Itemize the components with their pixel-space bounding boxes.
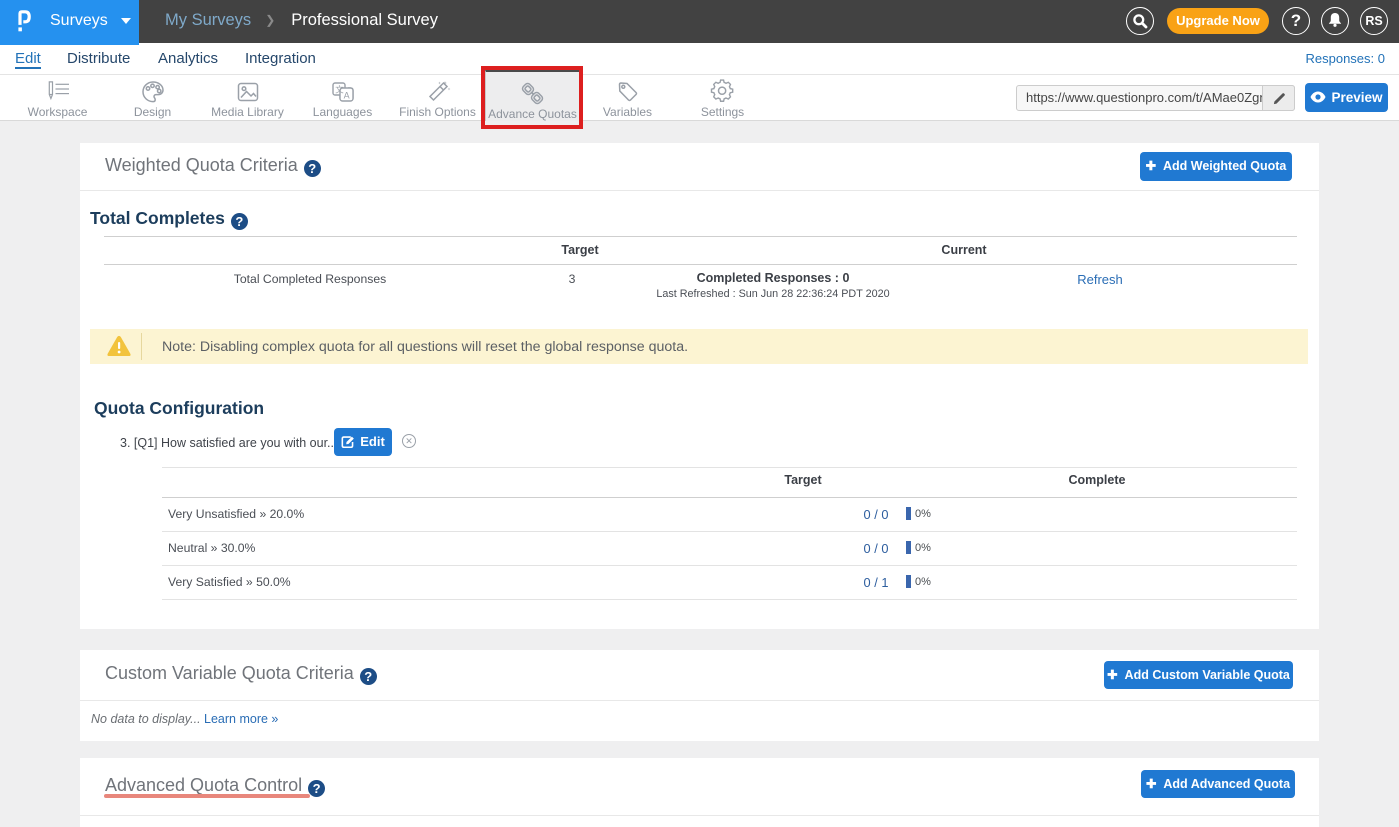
svg-text:A: A xyxy=(343,90,349,100)
